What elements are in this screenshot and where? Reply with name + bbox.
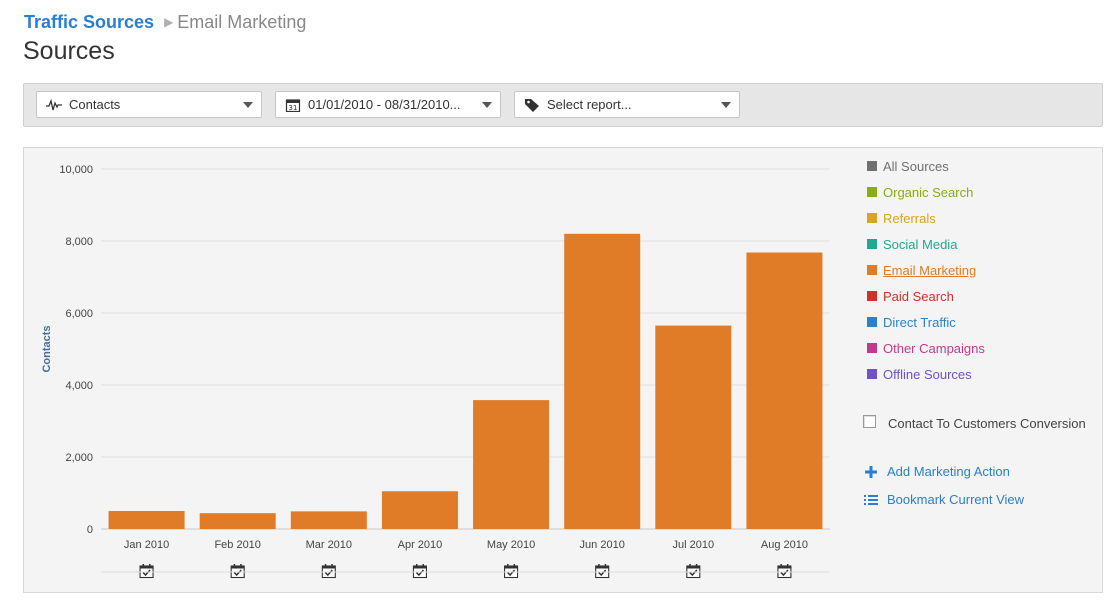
tag-icon xyxy=(525,99,539,112)
bookmark-current-view-label: Bookmark Current View xyxy=(887,492,1025,507)
x-tick-label: May 2010 xyxy=(487,539,535,551)
legend-swatch xyxy=(867,317,877,327)
bar-jul-2010 xyxy=(655,325,732,529)
x-tick-label: Jun 2010 xyxy=(580,539,625,551)
calendar-check-icon[interactable] xyxy=(595,564,610,579)
pulse-icon xyxy=(46,98,62,111)
y-tick-label: 8,000 xyxy=(65,236,93,248)
bar-chart: 10,000 8,000 6,000 4,000 2,000 0 Contacts Jan 2… xyxy=(41,164,830,579)
legend-label: Paid Search xyxy=(883,289,954,304)
calendar-check-icon[interactable] xyxy=(230,564,245,579)
bar-jun-2010 xyxy=(564,233,641,530)
calendar-check-icon[interactable] xyxy=(777,564,792,579)
legend-label: Social Media xyxy=(883,237,958,252)
x-tick-label: Jul 2010 xyxy=(673,539,715,551)
toolbar: Contacts 31 01/01/2010 - 08/31/2010... S… xyxy=(23,83,1103,127)
bar-may-2010 xyxy=(473,400,550,529)
breadcrumb: Traffic Sources ▶ Email Marketing xyxy=(24,12,306,33)
calendar-check-icon[interactable] xyxy=(686,564,701,579)
legend-label: All Sources xyxy=(883,159,949,174)
bar-feb-2010 xyxy=(199,513,276,529)
bar-mar-2010 xyxy=(290,511,367,529)
y-tick-label: 0 xyxy=(87,524,93,536)
svg-text:31: 31 xyxy=(289,104,298,112)
chevron-down-icon xyxy=(243,102,253,108)
y-tick-label: 10,000 xyxy=(59,164,93,176)
legend-swatch xyxy=(867,213,877,223)
y-axis-title: Contacts xyxy=(41,325,53,372)
chevron-down-icon xyxy=(721,102,731,108)
breadcrumb-link-traffic-sources[interactable]: Traffic Sources xyxy=(24,12,154,32)
legend-swatch xyxy=(867,291,877,301)
legend-swatch xyxy=(867,239,877,249)
bar-aug-2010 xyxy=(746,252,823,529)
add-marketing-action-label: Add Marketing Action xyxy=(887,464,1010,479)
report-select-value: Select report... xyxy=(547,97,632,112)
conversion-checkbox[interactable] xyxy=(863,415,876,428)
legend-label: Referrals xyxy=(883,211,936,226)
legend-swatch xyxy=(867,369,877,379)
legend-label: Other Campaigns xyxy=(883,341,985,356)
calendar-check-icon[interactable] xyxy=(321,564,336,579)
x-tick-label: Feb 2010 xyxy=(214,539,260,551)
breadcrumb-separator-icon: ▶ xyxy=(164,15,174,29)
x-tick-label: Mar 2010 xyxy=(306,539,352,551)
x-tick-label: Jan 2010 xyxy=(124,539,169,551)
calendar-check-icon[interactable] xyxy=(504,564,519,579)
conversion-label: Contact To Customers Conversion xyxy=(888,416,1086,431)
legend-swatch xyxy=(867,161,877,171)
date-range-select[interactable]: 31 01/01/2010 - 08/31/2010... xyxy=(275,91,501,118)
legend-swatch xyxy=(867,187,877,197)
metric-select-value: Contacts xyxy=(69,97,121,112)
legend-label: Offline Sources xyxy=(883,367,972,382)
y-tick-label: 2,000 xyxy=(65,452,93,464)
calendar-check-icon[interactable] xyxy=(412,564,427,579)
plus-icon xyxy=(865,466,877,478)
list-icon xyxy=(864,495,878,505)
chevron-down-icon xyxy=(482,102,492,108)
x-tick-label: Apr 2010 xyxy=(398,539,443,551)
legend-swatch xyxy=(867,343,877,353)
legend-label: Organic Search xyxy=(883,185,974,200)
bar-apr-2010 xyxy=(381,491,458,529)
x-tick-label: Aug 2010 xyxy=(761,539,808,551)
page-title: Sources xyxy=(23,37,115,65)
date-range-value: 01/01/2010 - 08/31/2010... xyxy=(308,97,461,112)
calendar-icon: 31 xyxy=(285,99,301,112)
legend-swatch xyxy=(867,265,877,275)
legend-label: Email Marketing xyxy=(883,263,977,278)
y-tick-label: 4,000 xyxy=(65,380,93,392)
breadcrumb-current: Email Marketing xyxy=(177,12,307,32)
legend-label: Direct Traffic xyxy=(883,315,956,330)
metric-select[interactable]: Contacts xyxy=(36,91,262,118)
report-select[interactable]: Select report... xyxy=(514,91,740,118)
bar-jan-2010 xyxy=(108,511,185,529)
calendar-check-icon[interactable] xyxy=(139,564,154,579)
y-tick-label: 6,000 xyxy=(65,308,93,320)
